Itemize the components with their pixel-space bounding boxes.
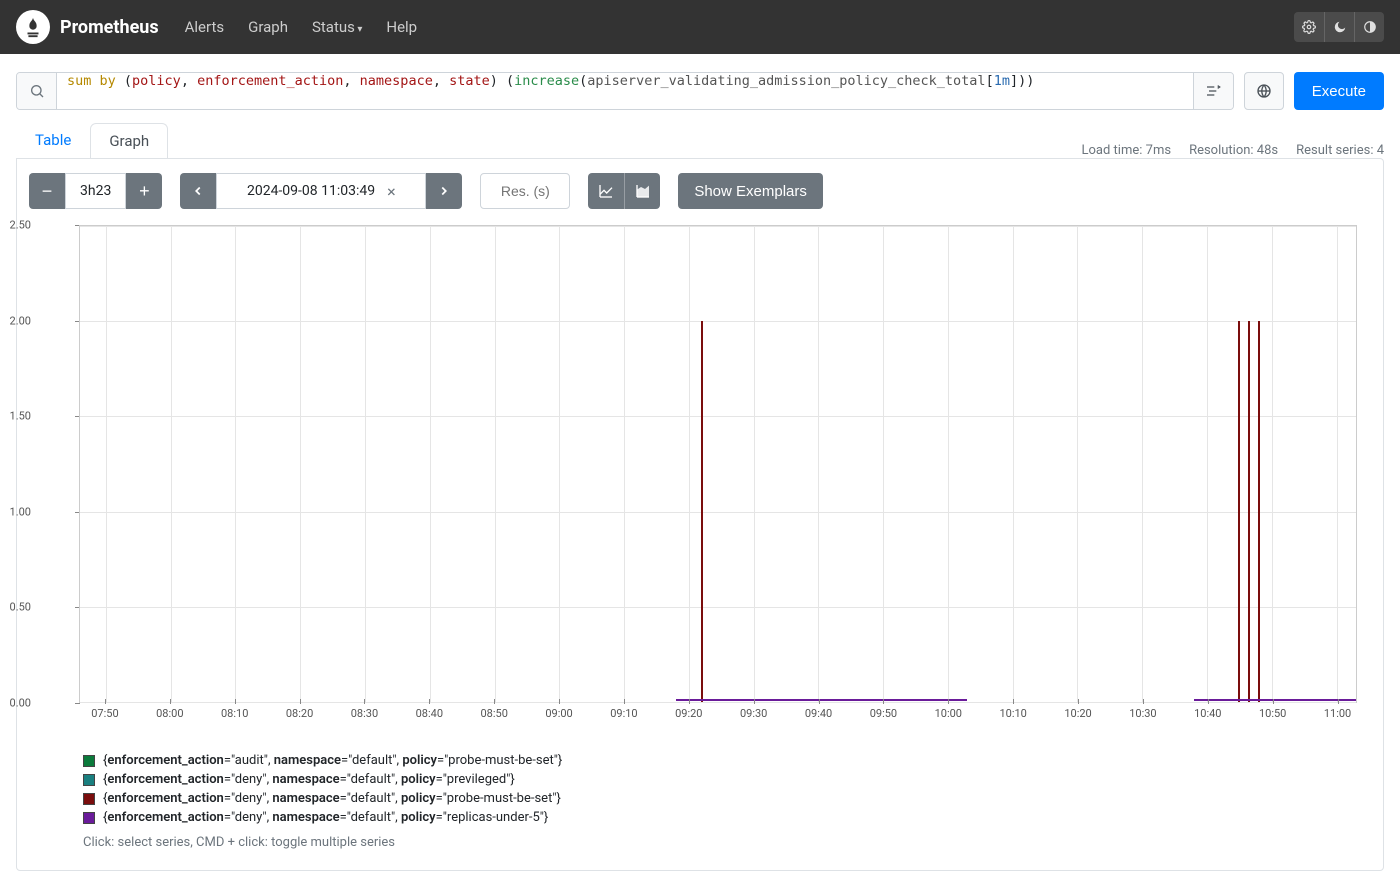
execute-button[interactable]: Execute [1294,72,1384,110]
chart[interactable]: 0.000.501.001.502.002.50 07:5008:0008:10… [35,225,1365,725]
time-prev-button[interactable] [180,173,216,209]
time-text: 2024-09-08 11:03:49 [247,183,375,199]
series-count: Result series: 4 [1296,143,1384,158]
clear-time-button[interactable]: × [387,182,396,201]
brand-title[interactable]: Prometheus [60,17,159,38]
globe-explorer-button[interactable] [1244,72,1284,110]
legend-swatch-icon [83,755,95,767]
query-meta: Load time: 7ms Resolution: 48s Result se… [1082,143,1384,158]
range-value[interactable]: 3h23 [65,173,126,209]
legend-swatch-icon [83,812,95,824]
theme-toggle-group [1294,12,1384,42]
legend-swatch-icon [83,793,95,805]
nav-graph[interactable]: Graph [238,10,298,44]
time-picker: 2024-09-08 11:03:49 × [180,173,462,209]
expression-input[interactable]: sum by (policy, enforcement_action, name… [57,73,1193,109]
range-minus-button[interactable]: − [29,173,65,209]
navbar: Prometheus Alerts Graph Status Help [0,0,1400,54]
format-query-button[interactable] [1193,73,1233,109]
plot-area[interactable] [79,225,1357,703]
legend-hint: Click: select series, CMD + click: toggl… [83,835,1365,850]
nav-alerts[interactable]: Alerts [175,10,235,44]
graph-panel: − 3h23 + 2024-09-08 11:03:49 × [16,158,1384,871]
legend: {enforcement_action="audit", namespace="… [83,753,1365,850]
legend-item[interactable]: {enforcement_action="deny", namespace="d… [83,810,1365,825]
time-next-button[interactable] [426,173,462,209]
y-axis: 0.000.501.001.502.002.50 [35,225,79,703]
chart-mode-toggle [588,173,660,209]
brand-area: Prometheus [16,10,159,44]
legend-label: {enforcement_action="deny", namespace="d… [103,791,561,806]
meta-row: Table Graph Load time: 7ms Resolution: 4… [16,122,1384,158]
range-picker: − 3h23 + [29,173,162,209]
legend-item[interactable]: {enforcement_action="deny", namespace="d… [83,791,1365,806]
legend-label: {enforcement_action="audit", namespace="… [103,753,562,768]
line-mode-button[interactable] [588,173,624,209]
resolution-input[interactable] [480,173,570,209]
query-container: sum by (policy, enforcement_action, name… [16,72,1234,110]
legend-item[interactable]: {enforcement_action="audit", namespace="… [83,753,1365,768]
contrast-icon[interactable] [1354,12,1384,42]
stacked-mode-button[interactable] [624,173,660,209]
query-row: sum by (policy, enforcement_action, name… [16,72,1384,110]
legend-swatch-icon [83,774,95,786]
resolution: Resolution: 48s [1189,143,1278,158]
gear-icon[interactable] [1294,12,1324,42]
range-plus-button[interactable]: + [126,173,162,209]
time-value[interactable]: 2024-09-08 11:03:49 × [216,173,426,209]
legend-item[interactable]: {enforcement_action="deny", namespace="d… [83,772,1365,787]
view-tabs: Table Graph [16,122,168,158]
nav-status[interactable]: Status [302,10,372,44]
legend-label: {enforcement_action="deny", namespace="d… [103,810,548,825]
legend-label: {enforcement_action="deny", namespace="d… [103,772,515,787]
show-exemplars-button[interactable]: Show Exemplars [678,173,823,209]
tab-table[interactable]: Table [16,122,90,157]
main-panel: sum by (policy, enforcement_action, name… [0,54,1400,871]
moon-icon[interactable] [1324,12,1354,42]
load-time: Load time: 7ms [1082,143,1172,158]
nav-help[interactable]: Help [376,10,427,44]
search-icon[interactable] [17,73,57,109]
x-axis: 07:5008:0008:1008:2008:3008:4008:5009:00… [79,703,1357,725]
graph-controls: − 3h23 + 2024-09-08 11:03:49 × [27,173,1373,209]
tab-graph[interactable]: Graph [90,123,168,158]
prometheus-logo-icon [16,10,50,44]
nav-links: Alerts Graph Status Help [175,10,427,44]
